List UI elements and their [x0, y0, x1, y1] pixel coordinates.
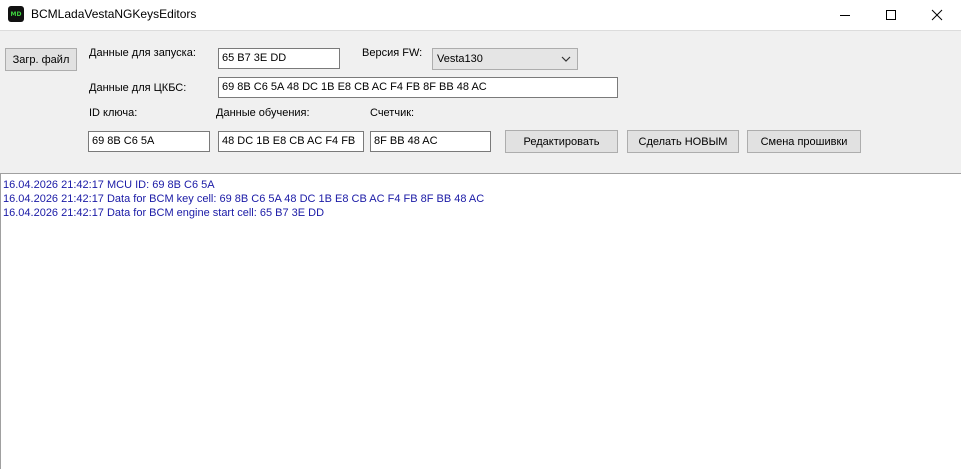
log-line: 16.04.2026 21:42:17 MCU ID: 69 8B C6 5A [3, 179, 215, 191]
minimize-button[interactable] [822, 0, 868, 30]
learn-data-label: Данные обучения: [216, 107, 310, 119]
fw-version-value: Vesta130 [437, 53, 483, 65]
log-line: 16.04.2026 21:42:17 Data for BCM engine … [3, 207, 325, 219]
main-window: MD BCMLadaVestaNGKeysEditors Загр. файл … [0, 0, 961, 469]
launch-data-field[interactable]: 65 B7 3E DD [218, 48, 340, 69]
close-button[interactable] [914, 0, 960, 30]
log-line: 16.04.2026 21:42:17 Data for BCM key cel… [3, 193, 485, 205]
launch-data-label: Данные для запуска: [89, 47, 196, 59]
fw-version-select[interactable]: Vesta130 [432, 48, 578, 70]
title-bar[interactable]: MD BCMLadaVestaNGKeysEditors [0, 0, 961, 30]
fw-version-label: Версия FW: [362, 47, 423, 59]
close-icon [931, 9, 943, 21]
make-new-button[interactable]: Сделать НОВЫМ [627, 130, 739, 153]
chevron-down-icon [561, 56, 571, 62]
minimize-icon [840, 15, 850, 16]
counter-field[interactable]: 8F BB 48 AC [370, 131, 491, 152]
learn-data-field[interactable]: 48 DC 1B E8 CB AC F4 FB [218, 131, 364, 152]
maximize-icon [886, 10, 896, 20]
ckbs-data-field[interactable]: 69 8B C6 5A 48 DC 1B E8 CB AC F4 FB 8F B… [218, 77, 618, 98]
app-icon: MD [8, 6, 24, 22]
counter-label: Счетчик: [370, 107, 415, 119]
key-id-field[interactable]: 69 8B C6 5A [88, 131, 210, 152]
edit-button[interactable]: Редактировать [505, 130, 618, 153]
window-title: BCMLadaVestaNGKeysEditors [31, 7, 197, 21]
editor-panel: Загр. файл Данные для запуска: 65 B7 3E … [0, 30, 961, 173]
maximize-button[interactable] [868, 0, 914, 30]
ckbs-data-label: Данные для ЦКБС: [89, 82, 187, 94]
firmware-change-button[interactable]: Смена прошивки [747, 130, 861, 153]
log-area[interactable]: 16.04.2026 21:42:17 MCU ID: 69 8B C6 5A … [0, 173, 961, 469]
key-id-label: ID ключа: [89, 107, 138, 119]
load-file-button[interactable]: Загр. файл [5, 48, 77, 71]
